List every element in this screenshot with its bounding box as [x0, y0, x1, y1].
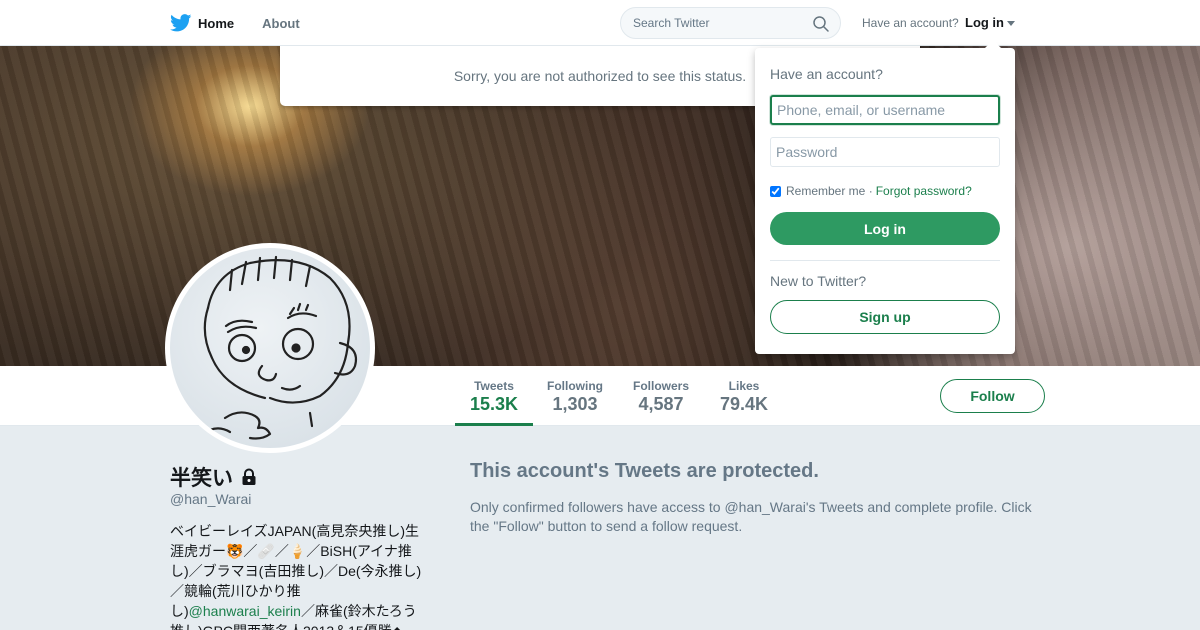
caret-down-icon	[1007, 21, 1015, 27]
profile-bio: ベイビーレイズJAPAN(高見奈央推し)生涯虎ガー🐯／🩹／🍦／BiSH(アイナ推…	[170, 521, 430, 630]
separator-dot: ·	[868, 184, 873, 198]
protected-title: This account's Tweets are protected.	[470, 460, 819, 482]
stat-value: 4,587	[638, 394, 684, 414]
have-account-text: Have an account?	[862, 16, 959, 30]
stat-label: Tweets	[474, 379, 514, 393]
stat-following[interactable]: Following 1,303	[540, 366, 610, 426]
login-button[interactable]: Log in	[770, 212, 1000, 245]
remember-row: Remember me · Forgot password?	[770, 184, 972, 198]
stat-value: 15.3K	[469, 394, 519, 414]
bio-mention-link[interactable]: @hanwarai_keirin	[189, 603, 301, 619]
search-icon[interactable]	[812, 15, 830, 33]
stat-label: Likes	[728, 379, 760, 393]
stat-tweets[interactable]: Tweets 15.3K	[455, 366, 533, 426]
twitter-bird-icon[interactable]	[170, 14, 192, 32]
stat-followers[interactable]: Followers 4,587	[626, 366, 696, 426]
signup-button[interactable]: Sign up	[770, 300, 1000, 334]
top-navigation: Home About Search Twitter Have an accoun…	[0, 0, 1200, 46]
remember-me-checkbox[interactable]	[770, 185, 781, 197]
nav-about-link[interactable]: About	[262, 16, 300, 31]
avatar-drawing	[203, 255, 358, 440]
search-box[interactable]: Search Twitter	[620, 7, 841, 39]
dropdown-heading: Have an account?	[770, 66, 883, 82]
stat-label: Followers	[632, 379, 689, 393]
login-dropdown-toggle[interactable]: Log in	[965, 15, 1015, 30]
new-to-twitter-text: New to Twitter?	[770, 273, 867, 289]
remember-me-label[interactable]: Remember me	[786, 184, 865, 198]
username-input[interactable]	[770, 95, 1000, 125]
avatar[interactable]	[165, 243, 375, 453]
forgot-password-link[interactable]: Forgot password?	[876, 184, 972, 198]
password-input[interactable]	[770, 137, 1000, 167]
search-input[interactable]: Search Twitter	[633, 16, 709, 30]
profile-name-row: 半笑い	[170, 462, 257, 492]
nav-home-link[interactable]: Home	[198, 16, 234, 31]
login-dropdown: Have an account? Remember me · Forgot pa…	[755, 40, 1015, 354]
login-link-label[interactable]: Log in	[965, 15, 1004, 30]
nav-left: Home About	[170, 0, 328, 46]
protected-description: Only confirmed followers have access to …	[470, 499, 1032, 534]
stat-value: 1,303	[552, 394, 598, 414]
lock-icon	[242, 468, 256, 485]
follow-button[interactable]: Follow	[940, 379, 1045, 413]
stat-value: 79.4K	[719, 394, 769, 414]
divider	[770, 260, 1000, 261]
profile-handle[interactable]: @han_Warai	[170, 491, 251, 507]
stat-label: Following	[547, 379, 603, 393]
avatar-image	[170, 248, 370, 448]
stat-likes[interactable]: Likes 79.4K	[710, 366, 778, 426]
profile-name[interactable]: 半笑い	[170, 462, 233, 492]
